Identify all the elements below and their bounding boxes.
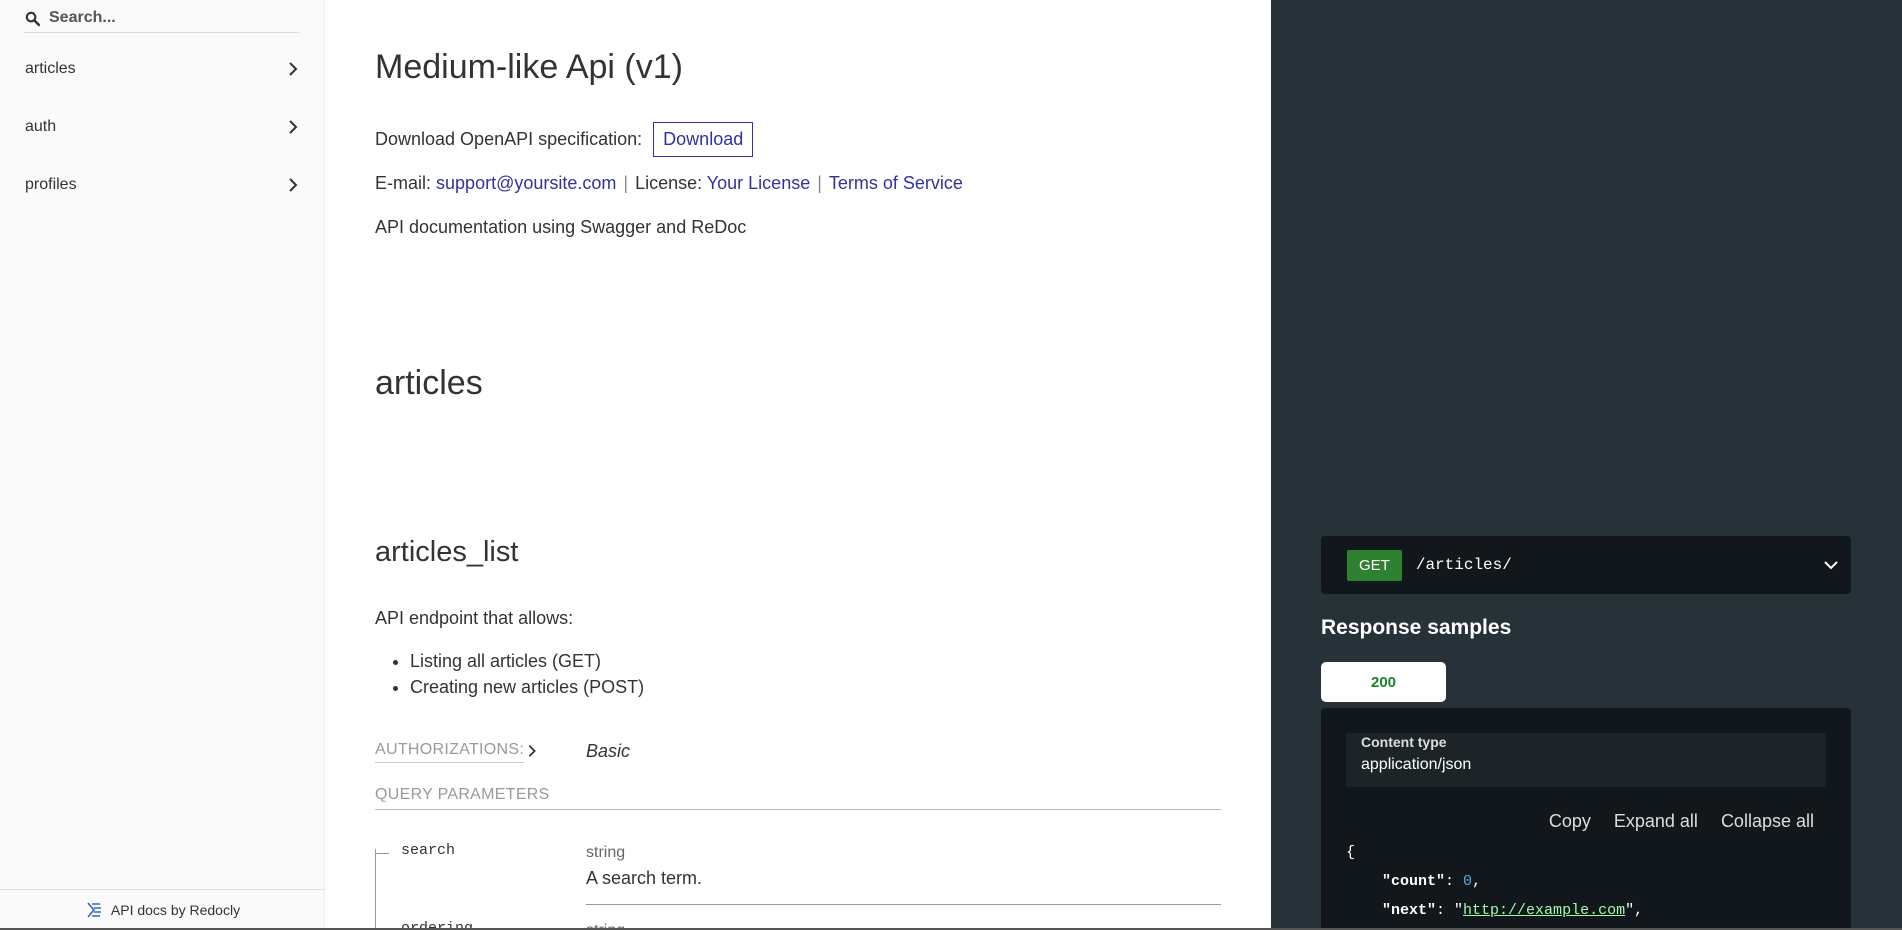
download-row: Download OpenAPI specification: Download xyxy=(375,122,754,157)
json-link[interactable]: http://example.com xyxy=(1463,902,1625,919)
param-tree-branch xyxy=(375,853,389,854)
email-label: E-mail: xyxy=(375,173,432,193)
search-icon xyxy=(25,11,41,26)
download-text: Download OpenAPI specification: xyxy=(375,129,643,149)
operation-title: articles_list xyxy=(375,536,519,568)
chevron-right-icon xyxy=(289,62,298,76)
sidebar-item-label: profiles xyxy=(25,176,77,193)
param-description: A search term. xyxy=(586,868,703,888)
operation-description: API endpoint that allows: xyxy=(375,608,574,628)
content-type-box: Content type application/json xyxy=(1346,733,1826,787)
redocly-logo-icon xyxy=(87,902,101,918)
endpoint-toggle[interactable]: GET /articles/ xyxy=(1321,536,1851,594)
search-input[interactable] xyxy=(49,9,289,27)
copy-button[interactable]: Copy xyxy=(1549,811,1591,832)
code-brace: { xyxy=(1346,844,1356,861)
sidebar: articles auth profiles API docs by Redoc… xyxy=(0,0,325,930)
content-type-value: application/json xyxy=(1361,756,1472,773)
response-samples-title: Response samples xyxy=(1321,616,1512,639)
section-title: articles xyxy=(375,364,483,402)
license-label: License: xyxy=(635,173,703,193)
sidebar-item-auth[interactable]: auth xyxy=(0,98,325,156)
operation-bullets: Listing all articles (GET) Creating new … xyxy=(375,648,644,700)
powered-by-link[interactable]: API docs by Redocly xyxy=(0,889,325,930)
contact-row: E-mail: support@yoursite.com | License: Yo… xyxy=(375,173,963,194)
sidebar-nav: articles auth profiles xyxy=(0,40,325,214)
sidebar-item-profiles[interactable]: profiles xyxy=(0,156,325,214)
chevron-right-icon xyxy=(289,178,298,192)
terms-link[interactable]: Terms of Service xyxy=(829,173,963,193)
list-item: Creating new articles (POST) xyxy=(410,674,644,700)
param-tree-line xyxy=(375,849,390,930)
main-content: Medium-like Api (v1) Download OpenAPI sp… xyxy=(325,0,1271,930)
separator: | xyxy=(817,173,822,193)
powered-by-text: API docs by Redocly xyxy=(110,902,241,918)
authorizations-value: Basic xyxy=(586,741,631,761)
chevron-right-icon[interactable] xyxy=(525,744,539,758)
right-panel: GET /articles/ Response samples 200 Cont… xyxy=(1271,0,1902,930)
sidebar-item-label: auth xyxy=(25,118,57,135)
http-method-badge: GET xyxy=(1347,549,1402,581)
endpoint-path: /articles/ xyxy=(1415,556,1512,574)
chevron-down-icon xyxy=(1824,561,1838,570)
query-parameters-label: QUERY PARAMETERS xyxy=(375,786,1221,810)
response-body: Content type application/json Copy Expan… xyxy=(1321,708,1851,930)
search-box[interactable] xyxy=(24,4,300,33)
separator: | xyxy=(623,173,629,193)
expand-all-button[interactable]: Expand all xyxy=(1614,811,1698,832)
json-key: "next" xyxy=(1382,902,1437,919)
code-sample: { "count": 0, "next": "http://example.co… xyxy=(1346,844,1644,919)
tab-200[interactable]: 200 xyxy=(1321,662,1446,702)
json-value: 0 xyxy=(1463,873,1473,890)
download-button[interactable]: Download xyxy=(653,122,754,157)
param-name: search xyxy=(401,842,456,859)
code-actions: Copy Expand all Collapse all xyxy=(1549,811,1814,832)
json-key: "count" xyxy=(1382,873,1446,890)
api-title: Medium-like Api (v1) xyxy=(375,48,683,86)
divider xyxy=(586,904,1221,905)
sidebar-item-articles[interactable]: articles xyxy=(0,40,325,98)
list-item: Listing all articles (GET) xyxy=(410,648,644,674)
api-description: API documentation using Swagger and ReDo… xyxy=(375,217,747,237)
authorizations-label: AUTHORIZATIONS: xyxy=(375,741,525,763)
param-type: string xyxy=(586,844,626,861)
chevron-right-icon xyxy=(289,120,298,134)
content-type-label: Content type xyxy=(1361,734,1447,750)
license-link[interactable]: Your License xyxy=(707,173,810,193)
collapse-all-button[interactable]: Collapse all xyxy=(1721,811,1814,832)
sidebar-item-label: articles xyxy=(25,60,76,77)
email-link[interactable]: support@yoursite.com xyxy=(436,173,616,193)
